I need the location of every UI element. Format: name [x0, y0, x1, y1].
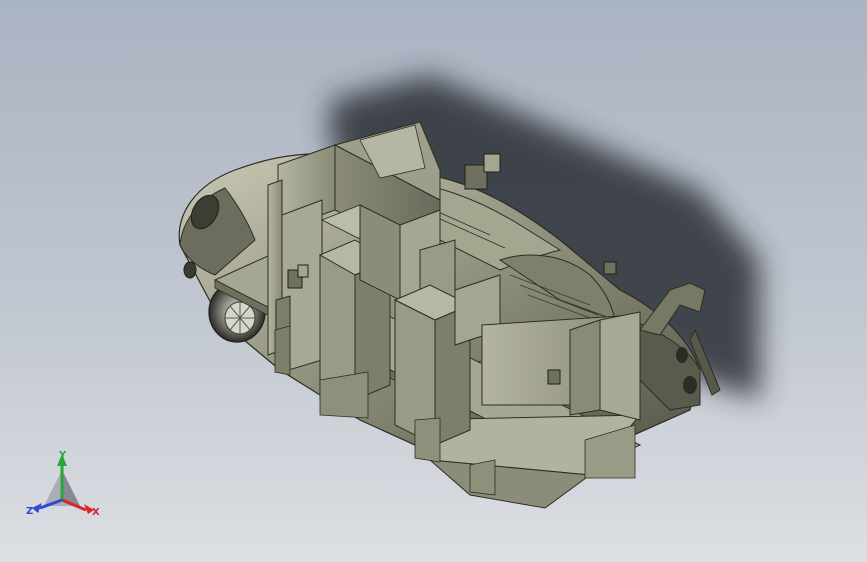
y-axis-label: Y [58, 450, 67, 461]
cad-model[interactable] [0, 0, 867, 562]
coordinate-triad: Y X Z [26, 450, 100, 518]
graphics-viewport[interactable]: Y X Z [0, 0, 867, 562]
z-axis-label: Z [26, 506, 33, 517]
x-axis-label: X [92, 507, 100, 518]
